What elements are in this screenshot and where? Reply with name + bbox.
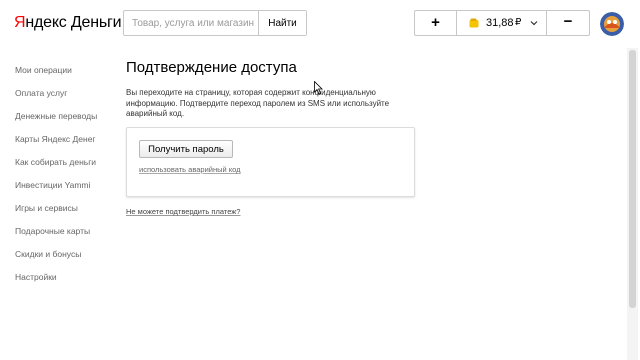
cannot-confirm-link[interactable]: Не можете подтвердить платеж?	[126, 207, 240, 216]
sidebar-item-my-operations[interactable]: Мои операции	[15, 64, 72, 76]
wallet-bar: + 31,88 ₽ −	[414, 10, 590, 36]
get-password-button[interactable]: Получить пароль	[139, 140, 233, 158]
balance-dropdown[interactable]: 31,88 ₽	[457, 11, 547, 35]
sidebar-item-settings[interactable]: Настройки	[15, 271, 57, 283]
header: Яндекс Деньги Найти + 31,88 ₽ −	[0, 0, 640, 48]
search-input[interactable]	[124, 11, 258, 35]
sidebar-item-collect-money[interactable]: Как собирать деньги	[15, 156, 96, 168]
sidebar-item-pay-services[interactable]: Оплата услуг	[15, 87, 67, 99]
logo-first-letter: Я	[14, 14, 26, 31]
balance-amount: 31,88	[486, 17, 514, 29]
logo[interactable]: Яндекс Деньги	[14, 14, 122, 32]
logo-text: ндекс Деньги	[25, 14, 122, 31]
sidebar-item-money-transfers[interactable]: Денежные переводы	[15, 110, 97, 122]
avatar-image	[600, 12, 624, 36]
page-title: Подтверждение доступа	[126, 59, 297, 76]
sidebar-item-cards[interactable]: Карты Яндекс Денег	[15, 133, 96, 145]
scrollbar-thumb[interactable]	[629, 50, 636, 308]
sidebar-item-investments[interactable]: Инвестиции Yammi	[15, 179, 90, 191]
search-button[interactable]: Найти	[258, 11, 306, 35]
wallet-icon	[469, 18, 479, 28]
currency-symbol: ₽	[515, 17, 522, 28]
add-funds-button[interactable]: +	[415, 11, 457, 35]
emergency-code-link[interactable]: использовать аварийный код	[139, 165, 241, 174]
avatar[interactable]	[600, 12, 624, 36]
sidebar-item-discounts[interactable]: Скидки и бонусы	[15, 248, 81, 260]
search-box: Найти	[123, 10, 307, 36]
cursor-icon	[314, 81, 323, 95]
sidebar-item-games[interactable]: Игры и сервисы	[15, 202, 78, 214]
sidebar-item-gift-cards[interactable]: Подарочные карты	[15, 225, 90, 237]
withdraw-button[interactable]: −	[547, 11, 589, 35]
confirmation-card: Получить пароль использовать аварийный к…	[126, 127, 415, 197]
chevron-down-icon	[530, 21, 538, 26]
access-description: Вы переходите на страницу, которая содер…	[126, 88, 390, 118]
